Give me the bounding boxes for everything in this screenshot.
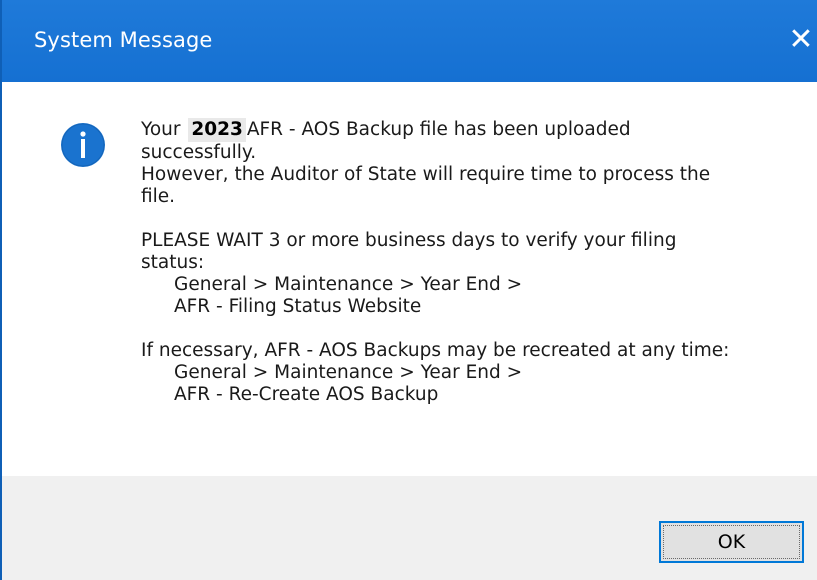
title-bar[interactable]: System Message ✕ [2, 0, 817, 82]
message-line-7: If necessary, AFR - AOS Backups may be r… [141, 340, 730, 361]
dialog-footer: OK [2, 476, 817, 580]
message-line-3: However, the Auditor of State will requi… [141, 164, 711, 185]
window-title: System Message [34, 28, 213, 52]
close-icon: ✕ [788, 22, 814, 57]
recreate-path-line-2: AFR - Re-Create AOS Backup [174, 384, 439, 405]
dialog-content: Your 2023 AFR - AOS Backup file has been … [2, 82, 817, 476]
message-text: Your 2023 AFR - AOS Backup file has been … [141, 118, 791, 406]
message-line-4: file. [141, 186, 176, 207]
system-message-dialog: System Message ✕ Your 2023 AFR - AOS Back… [0, 0, 817, 580]
message-line-5: PLEASE WAIT 3 or more business days to v… [141, 230, 677, 251]
ok-button-label: OK [717, 531, 746, 553]
year-value: 2023 [188, 118, 246, 142]
ok-button[interactable]: OK [659, 521, 804, 563]
filing-status-path-line-2: AFR - Filing Status Website [174, 296, 422, 317]
message-line-6: status: [141, 252, 205, 273]
close-button[interactable]: ✕ [785, 18, 817, 62]
recreate-path-line-1: General > Maintenance > Year End > [174, 362, 523, 383]
message-line-2: successfully. [141, 142, 257, 163]
filing-status-path-line-1: General > Maintenance > Year End > [174, 274, 523, 295]
info-icon [61, 123, 105, 167]
message-line-1: Your 2023 AFR - AOS Backup file has been … [141, 118, 631, 142]
